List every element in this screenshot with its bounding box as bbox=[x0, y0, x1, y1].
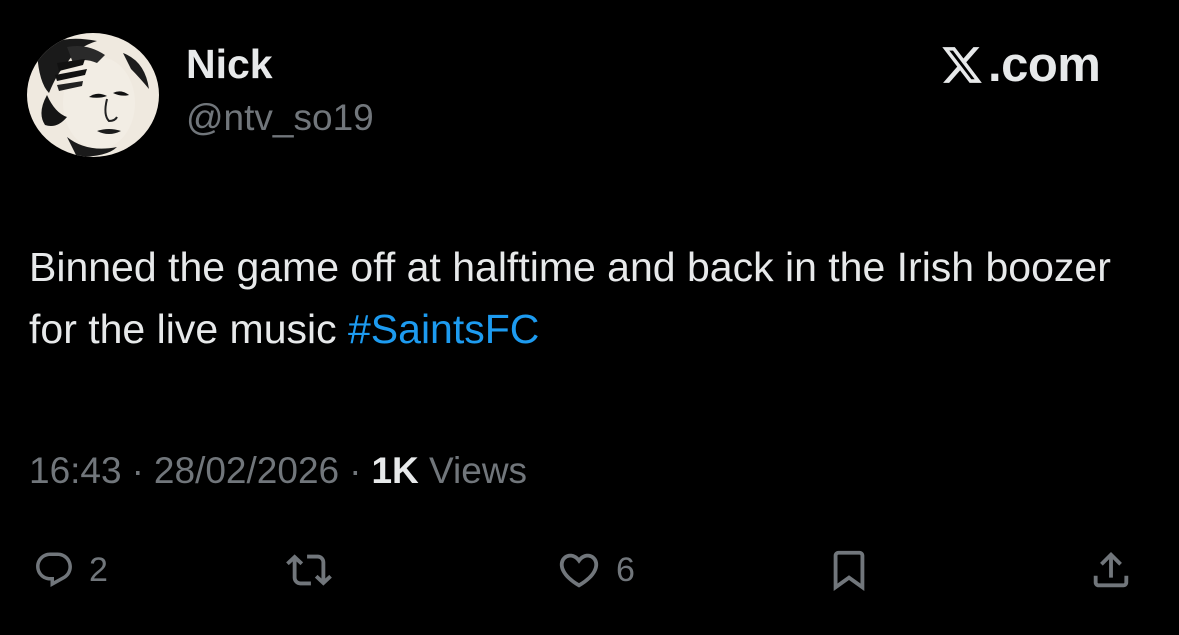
tweet-date[interactable]: 28/02/2026 bbox=[154, 450, 339, 491]
retweet-button[interactable] bbox=[286, 545, 332, 595]
meta-separator: · bbox=[131, 450, 144, 491]
x-logo-icon bbox=[942, 47, 982, 83]
watermark-text: .com bbox=[988, 38, 1101, 92]
tweet-body: Binned the game off at halftime and back… bbox=[29, 244, 1111, 352]
like-count: 6 bbox=[616, 551, 635, 589]
hashtag-link[interactable]: #SaintsFC bbox=[348, 306, 539, 352]
reply-button[interactable]: 2 bbox=[33, 545, 108, 595]
author-handle[interactable]: @ntv_so19 bbox=[186, 96, 374, 140]
share-button[interactable] bbox=[1088, 545, 1134, 595]
views-count: 1K bbox=[371, 450, 419, 491]
meta-separator: · bbox=[349, 450, 362, 491]
tweet-meta: 16:43 · 28/02/2026 · 1K Views bbox=[29, 447, 527, 495]
author-display-name[interactable]: Nick bbox=[186, 40, 273, 88]
reply-icon bbox=[36, 552, 72, 587]
x-watermark: .com bbox=[940, 38, 1101, 92]
views-label: Views bbox=[429, 450, 528, 491]
like-button[interactable]: 6 bbox=[556, 545, 635, 595]
avatar[interactable] bbox=[27, 33, 159, 157]
tweet-text: Binned the game off at halftime and back… bbox=[29, 236, 1149, 360]
bookmark-icon bbox=[833, 550, 865, 591]
heart-icon bbox=[559, 553, 599, 588]
retweet-icon bbox=[286, 554, 332, 586]
tweet-time[interactable]: 16:43 bbox=[29, 450, 122, 491]
reply-count: 2 bbox=[89, 551, 108, 589]
share-icon bbox=[1093, 551, 1129, 588]
bookmark-button[interactable] bbox=[826, 545, 872, 595]
